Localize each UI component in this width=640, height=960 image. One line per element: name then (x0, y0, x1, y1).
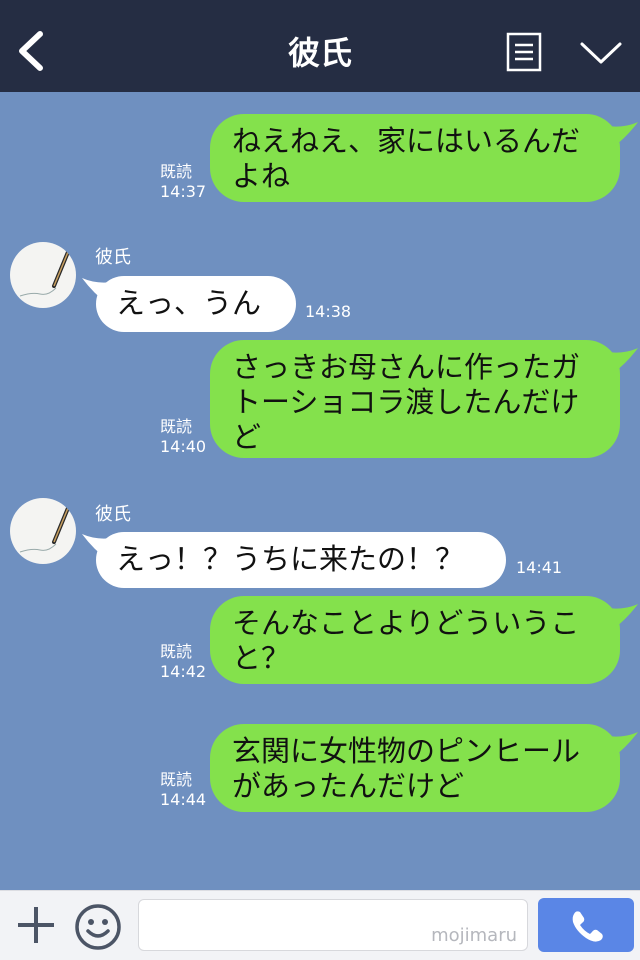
message-bubble[interactable]: えっ！？うちに来たの！？ (96, 532, 506, 588)
message-bubble[interactable]: えっ、うん (96, 276, 296, 332)
read-receipt: 既読 (160, 642, 193, 661)
message-bubble[interactable]: さっきお母さんに作ったガ トーショコラ渡したんだけ ど (210, 340, 620, 458)
bubble-tail (598, 604, 638, 630)
read-receipt: 既読 (160, 417, 193, 436)
fountain-pen-icon (19, 506, 70, 553)
sender-name: 彼氏 (95, 247, 131, 268)
call-button[interactable] (538, 898, 634, 952)
message-time: 14:38 (305, 302, 352, 321)
message-time: 14:40 (160, 437, 207, 456)
message-time: 14:44 (160, 790, 207, 809)
read-receipt: 既読 (160, 162, 193, 181)
message-input[interactable]: mojimaru (138, 899, 528, 951)
message-meta: 既読 14:37 (160, 162, 206, 202)
chat-header: 彼氏 (0, 0, 640, 92)
avatar[interactable] (10, 242, 76, 308)
chat-title: 彼氏 (287, 34, 352, 72)
message-line: さっきお母さんに作ったガ (232, 350, 581, 384)
message-line: と？ (232, 641, 291, 675)
message-line: えっ！？うちに来たの！？ (116, 542, 465, 576)
message-time: 14:37 (160, 182, 207, 201)
message-line: 玄関に女性物のピンヒール (232, 734, 581, 768)
bubble-tail (598, 732, 638, 758)
message-line: よね (232, 159, 291, 193)
message-meta: 既読 14:44 (160, 770, 206, 810)
message-line: トーショコラ渡したんだけ (232, 385, 580, 419)
message-bubble[interactable]: 玄関に女性物のピンヒール があったんだけど (210, 724, 620, 812)
bubble-tail (598, 122, 638, 148)
message-time: 14:42 (160, 662, 207, 681)
message-line: そんなことよりどういうこ (232, 606, 580, 640)
bubble-tail (598, 348, 638, 374)
message-time: 14:41 (516, 558, 563, 577)
chevron-down-icon[interactable] (578, 38, 624, 68)
list-menu-icon[interactable] (506, 32, 542, 72)
avatar[interactable] (10, 498, 76, 564)
message-line: えっ、うん (116, 286, 262, 320)
sender-name: 彼氏 (95, 504, 131, 525)
read-receipt: 既読 (160, 770, 193, 789)
message-bubble[interactable]: そんなことよりどういうこ と？ (210, 596, 620, 684)
chat-area[interactable]: 既読 14:37 ねえねえ、家にはいるんだ よね 彼氏 えっ、うん 14:38 … (0, 92, 640, 890)
phone-icon (572, 911, 603, 942)
message-meta: 既読 14:42 (160, 642, 206, 682)
smiley-icon[interactable] (74, 903, 122, 951)
plus-icon[interactable] (16, 905, 56, 945)
message-line: があったんだけど (232, 769, 465, 803)
message-meta: 既読 14:40 (160, 417, 206, 457)
message-line: ねえねえ、家にはいるんだ (232, 124, 581, 158)
message-line: ど (232, 420, 262, 454)
fountain-pen-icon (19, 250, 70, 297)
input-bar: mojimaru (0, 890, 640, 960)
message-bubble[interactable]: ねえねえ、家にはいるんだ よね (210, 114, 620, 202)
watermark: mojimaru (431, 925, 517, 946)
